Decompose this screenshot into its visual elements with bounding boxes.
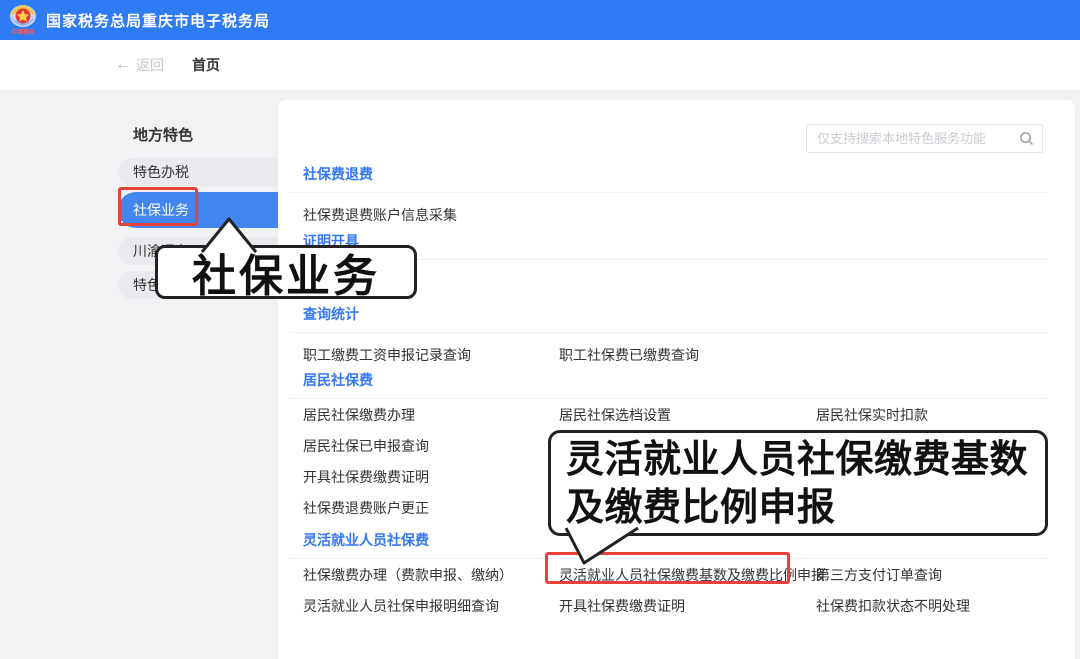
service-link[interactable]: 开具社保费缴费证明 — [559, 596, 816, 616]
section-row: 灵活就业人员社保申报明细查询 开具社保费缴费证明 社保费扣款状态不明处理 — [290, 590, 1047, 621]
section-row: 居民社保缴费办理 居民社保选档设置 居民社保实时扣款 — [290, 399, 1047, 430]
main-panel: 社保费退费 社保费退费账户信息采集 证明开具 查询统计 职工缴费工资申报记录查询… — [278, 100, 1075, 659]
section-row: 社保费退费账户信息采集 — [290, 199, 1047, 230]
sidebar-item-shebao-yewu[interactable]: 社保业务 — [118, 192, 278, 228]
app-header: 中国税务 国家税务总局重庆市电子税务局 — [0, 0, 1080, 40]
sidebar-item-texe-banshui[interactable]: 特色办税 — [118, 158, 278, 186]
section-chaxun-tongji: 查询统计 职工缴费工资申报记录查询 职工社保费已缴费查询 — [290, 304, 1047, 370]
back-arrow-icon: ← — [115, 56, 131, 74]
callout-text-line1: 灵活就业人员社保缴费基数 — [566, 436, 1045, 484]
sidebar-item-label: 社保业务 — [133, 200, 189, 220]
service-link[interactable]: 灵活就业人员社保申报明细查询 — [303, 596, 559, 616]
search-icon[interactable] — [1019, 131, 1034, 146]
service-link[interactable]: 职工缴费工资申报记录查询 — [303, 345, 559, 365]
section-heading[interactable]: 查询统计 — [290, 304, 1047, 324]
divider — [290, 332, 1047, 333]
section-row: 社保缴费办理（费款申报、缴纳） 灵活就业人员社保缴费基数及缴费比例申报 第三方支… — [290, 559, 1047, 590]
back-button[interactable]: ← 返回 — [115, 55, 164, 75]
section-heading[interactable]: 社保费退费 — [290, 164, 1047, 184]
back-label: 返回 — [136, 55, 164, 75]
service-link[interactable]: 居民社保已申报查询 — [303, 436, 559, 456]
section-shebaofei-tuifei: 社保费退费 社保费退费账户信息采集 — [290, 164, 1047, 230]
service-link[interactable]: 第三方支付订单查询 — [816, 565, 1047, 585]
service-link[interactable]: 居民社保选档设置 — [559, 405, 816, 425]
tax-emblem-logo: 中国税务 — [8, 3, 38, 37]
service-link[interactable]: 开具社保费缴费证明 — [303, 467, 559, 487]
app-title: 国家税务总局重庆市电子税务局 — [46, 10, 270, 31]
callout-text: 社保业务 — [192, 240, 380, 304]
search-input[interactable] — [817, 131, 1019, 146]
service-link[interactable]: 社保缴费办理（费款申报、缴纳） — [303, 565, 559, 585]
service-link[interactable]: 职工社保费已缴费查询 — [559, 345, 816, 365]
section-linghuo-jiuye-shebaofei: 灵活就业人员社保费 社保缴费办理（费款申报、缴纳） 灵活就业人员社保缴费基数及缴… — [290, 530, 1047, 621]
search-box[interactable] — [806, 124, 1043, 153]
service-link[interactable]: 社保费扣款状态不明处理 — [816, 596, 1047, 616]
service-link-highlighted[interactable]: 灵活就业人员社保缴费基数及缴费比例申报 — [559, 565, 816, 585]
service-link[interactable]: 居民社保缴费办理 — [303, 405, 559, 425]
sidebar-item-label: 特色办税 — [133, 162, 189, 182]
svg-text:中国税务: 中国税务 — [11, 28, 36, 36]
service-link[interactable]: 居民社保实时扣款 — [816, 405, 1047, 425]
callout-bubble-sidebar: 社保业务 — [155, 245, 417, 299]
callout-text-line2: 及缴费比例申报 — [566, 484, 1045, 532]
section-heading[interactable]: 居民社保费 — [290, 370, 1047, 390]
service-link[interactable]: 社保费退费账户信息采集 — [303, 205, 559, 225]
nav-strip: ← 返回 首页 — [0, 40, 1080, 90]
sidebar-heading: 地方特色 — [133, 124, 193, 145]
callout-bubble-link: 灵活就业人员社保缴费基数 及缴费比例申报 — [548, 430, 1048, 536]
service-link[interactable]: 社保费退费账户更正 — [303, 498, 559, 518]
home-tab[interactable]: 首页 — [192, 55, 220, 75]
divider — [290, 192, 1047, 193]
section-row: 职工缴费工资申报记录查询 职工社保费已缴费查询 — [290, 339, 1047, 370]
